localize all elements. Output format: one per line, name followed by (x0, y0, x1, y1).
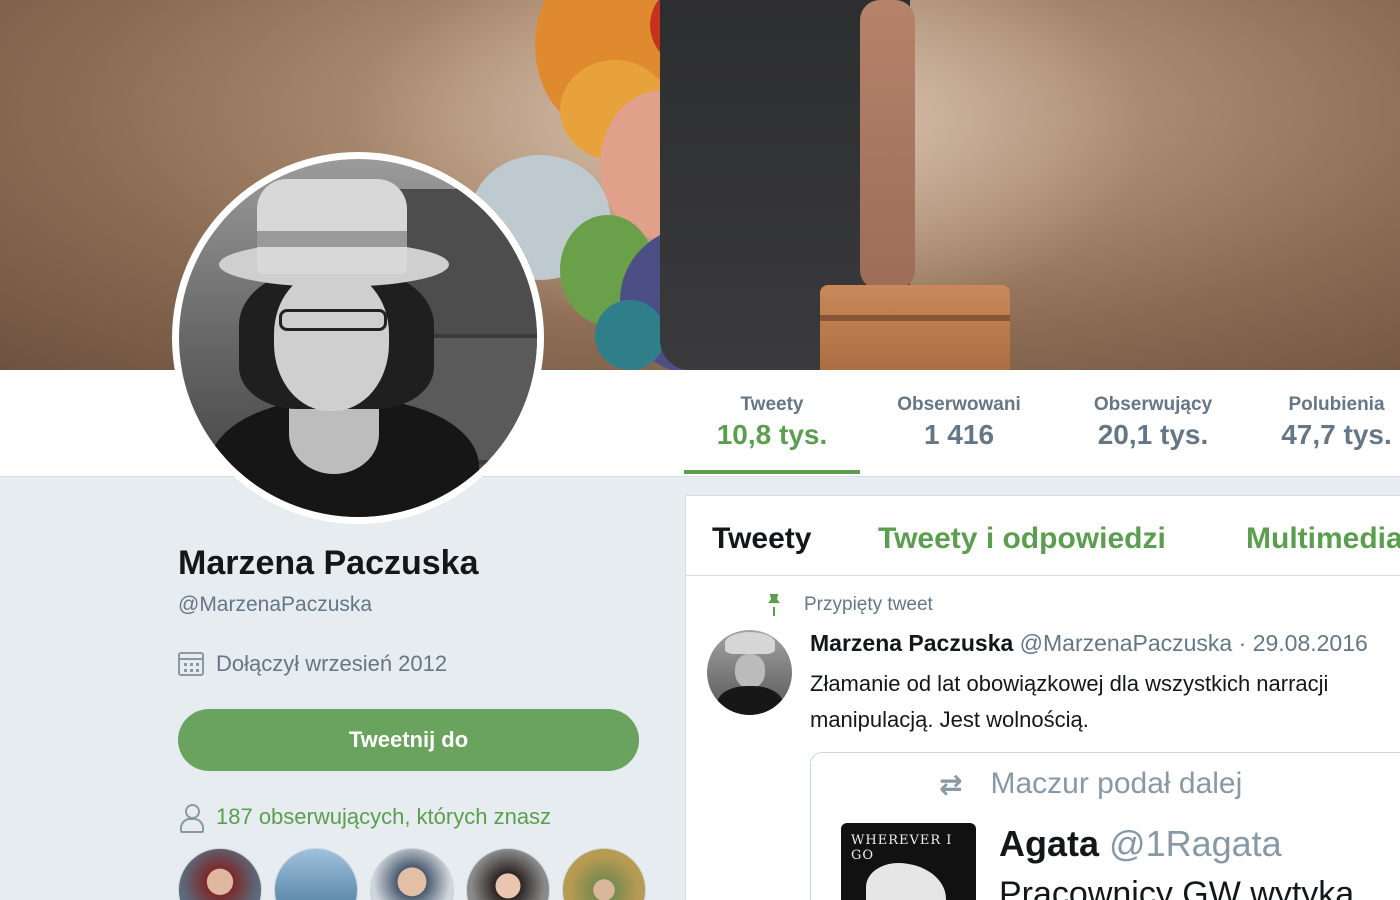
retweet-context: ⇄ Maczur podał dalej (939, 767, 1242, 801)
pin-icon (766, 594, 782, 616)
stat-tweets[interactable]: Tweety 10,8 tys. (708, 394, 836, 451)
active-stat-underline (684, 470, 860, 474)
stat-likes-label: Polubienia (1288, 394, 1385, 415)
follower-avatar[interactable] (274, 848, 358, 900)
balloon-teal (595, 300, 665, 370)
tweet-text-line: manipulacją. Jest wolnością. (810, 707, 1089, 732)
follower-avatar[interactable] (562, 848, 646, 900)
media-figure (866, 863, 946, 900)
pinned-tweet-label: Przypięty tweet (766, 594, 933, 616)
joined-date: Dołączył wrzesień 2012 (178, 651, 447, 677)
stat-followers-label: Obserwujący (1093, 394, 1213, 415)
retweet-icon: ⇄ (939, 768, 963, 800)
tab-tweets[interactable]: Tweety (712, 522, 811, 556)
tweet-to-button[interactable]: Tweetnij do (178, 709, 639, 771)
tweet-author-avatar[interactable] (707, 630, 792, 715)
avatar-photo (179, 159, 537, 517)
banner-suitcase (820, 285, 1010, 370)
quoted-tweet[interactable]: ⇄ Maczur podał dalej WHEREVER I GO Agata… (810, 752, 1400, 900)
follower-avatar[interactable] (370, 848, 454, 900)
banner-figure-arm (860, 0, 915, 290)
profile-handle: @MarzenaPaczuska (178, 593, 373, 616)
quoted-author-name[interactable]: Agata (999, 823, 1099, 864)
stat-likes[interactable]: Polubienia 47,7 tys. (1273, 394, 1400, 451)
tweet-author-name[interactable]: Marzena Paczuska (810, 630, 1013, 656)
quoted-tweet-media[interactable]: WHEREVER I GO (841, 823, 976, 900)
tweet-header: Marzena Paczuska @MarzenaPaczuska · 29.0… (810, 630, 1368, 657)
quoted-author: Agata @1Ragata (999, 823, 1282, 865)
media-caption: WHEREVER I GO (851, 833, 953, 863)
tweet-text: Złamanie od lat obowiązkowej dla wszystk… (810, 666, 1400, 738)
tweet-text-line: Złamanie od lat obowiązkowej dla wszystk… (810, 671, 1329, 696)
avatar-hat-crown (257, 179, 407, 274)
stat-followers[interactable]: Obserwujący 20,1 tys. (1083, 394, 1223, 451)
timeline-panel: Tweety Tweety i odpowiedzi Multimedia Pr… (685, 495, 1400, 900)
stat-following-label: Obserwowani (897, 394, 1021, 415)
retweet-label: Maczur podał dalej (990, 767, 1243, 800)
quoted-tweet-text: Pracownicy GW wytyka (999, 875, 1355, 900)
stat-tweets-label: Tweety (740, 394, 804, 415)
profile-avatar[interactable] (172, 152, 544, 524)
quoted-author-handle[interactable]: @1Ragata (1109, 823, 1282, 864)
stat-likes-value: 47,7 tys. (1281, 419, 1392, 450)
tweet-date[interactable]: 29.08.2016 (1253, 630, 1368, 656)
followers-you-know-link[interactable]: 187 obserwujących, których znasz (178, 803, 552, 833)
calendar-icon (178, 652, 204, 676)
avatar-hat-band (257, 231, 407, 247)
stat-following-value: 1 416 (923, 419, 995, 450)
followers-you-know-avatars (178, 848, 646, 900)
tweet-separator: · (1238, 630, 1247, 656)
follower-avatar[interactable] (178, 848, 262, 900)
stat-following[interactable]: Obserwowani 1 416 (886, 394, 1032, 451)
follower-avatar[interactable] (466, 848, 550, 900)
profile-name[interactable]: Marzena Paczuska (178, 544, 479, 583)
joined-text: Dołączył wrzesień 2012 (216, 651, 448, 676)
pinned-tweet-text: Przypięty tweet (804, 594, 933, 615)
tweet-author-handle[interactable]: @MarzenaPaczuska (1020, 630, 1233, 656)
tab-tweets-and-replies[interactable]: Tweety i odpowiedzi (878, 522, 1166, 556)
stat-tweets-value: 10,8 tys. (716, 419, 828, 450)
person-icon (178, 803, 204, 833)
avatar-face (274, 271, 389, 411)
avatar-glasses (279, 309, 387, 331)
stat-followers-value: 20,1 tys. (1097, 419, 1209, 450)
tab-media[interactable]: Multimedia (1246, 522, 1400, 556)
followers-you-know-text: 187 obserwujących, których znasz (216, 804, 552, 829)
timeline-tabs: Tweety Tweety i odpowiedzi Multimedia (686, 496, 1400, 576)
